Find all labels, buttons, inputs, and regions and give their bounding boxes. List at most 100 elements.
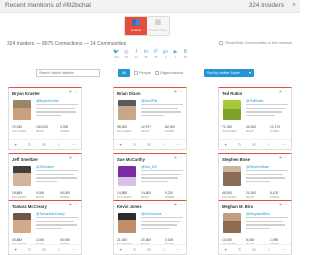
card-actions: ♥ ↻ ✉ ☆ ⋯	[114, 244, 186, 254]
insider-handle[interactable]: @TamaraMcCreary	[36, 212, 65, 216]
insider-card[interactable]: Brian Dixon ⚑ ⋯ @Zen6Fits 98,300 FOLLOWER…	[113, 87, 187, 150]
insider-bio	[141, 170, 183, 186]
card-menu-icon[interactable]: ⚑ ⋯	[69, 203, 78, 207]
network-filter-instagram[interactable]: ◎ 36	[122, 49, 131, 63]
people-label: People	[139, 71, 151, 75]
more-icon[interactable]: ⋯	[176, 142, 180, 147]
insider-handle[interactable]: @MeghanMBiro	[246, 212, 270, 216]
insider-handle[interactable]: @JSmeltzer	[36, 165, 54, 169]
avatar	[118, 166, 136, 186]
view-toggle: 👥 Insiders ▦ Communities	[124, 16, 170, 36]
retweet-icon[interactable]: ↻	[28, 142, 31, 147]
card-menu-icon[interactable]: ⚑ ⋯	[69, 156, 78, 160]
insider-card[interactable]: Bryan Krueter ⚑ ⋯ @BryanKrueter 72,330 FO…	[8, 87, 82, 150]
more-icon[interactable]: ⋯	[71, 247, 75, 252]
card-menu-icon[interactable]: ⚑ ⋯	[174, 203, 183, 207]
star-icon[interactable]: ☆	[267, 247, 271, 252]
insider-name: Kevin Jones	[117, 204, 142, 209]
insider-handle[interactable]: @StephenBose	[246, 165, 269, 169]
message-icon[interactable]: ✉	[252, 247, 255, 252]
insider-handle[interactable]: @TedRubin	[246, 99, 263, 103]
network-filter-linkedin[interactable]: in 36	[142, 49, 151, 63]
search-input[interactable]	[36, 69, 100, 77]
insider-name: Ted Rubin	[222, 91, 243, 96]
like-icon[interactable]: ♥	[120, 247, 122, 252]
insider-name: Meghan M. Biro	[222, 204, 254, 209]
stat-label: INSIDER	[270, 131, 280, 133]
insider-card[interactable]: Ted Rubin ⚑ ⋯ @TedRubin 71,000 FOLLOWERS …	[218, 87, 292, 150]
card-actions: ♥ ↻ ✉ ☆ ⋯	[219, 244, 291, 254]
network-count: 3	[164, 55, 167, 59]
insider-card[interactable]: Meghan M. Biro ⚑ ⋯ @MeghanMBiro 13,000 FO…	[218, 200, 292, 255]
like-icon[interactable]: ♥	[15, 142, 17, 147]
retweet-icon[interactable]: ↻	[133, 247, 136, 252]
communities-tab[interactable]: ▦ Communities	[147, 17, 169, 35]
card-menu-icon[interactable]: ⚑ ⋯	[279, 156, 288, 160]
retweet-icon[interactable]: ↻	[28, 247, 31, 252]
title-bar: Recent mentions of #fit2bchat 324 Inside…	[0, 0, 300, 13]
star-icon[interactable]: ☆	[162, 247, 166, 252]
star-icon[interactable]: ☆	[57, 142, 61, 147]
insider-name: Jeff Smeltzer	[12, 157, 39, 162]
network-filter-pinterest[interactable]: P 26	[151, 49, 160, 63]
star-icon[interactable]: ☆	[267, 142, 271, 147]
card-menu-icon[interactable]: ⚑ ⋯	[174, 156, 183, 160]
close-icon[interactable]: ×	[292, 2, 296, 10]
like-icon[interactable]: ♥	[120, 142, 122, 147]
like-icon[interactable]: ♥	[15, 247, 17, 252]
network-count: 246	[114, 55, 119, 59]
avatar	[13, 213, 31, 233]
network-filter-google-plus[interactable]: g+ 3	[161, 49, 170, 63]
insider-card[interactable]: Kevin Jones ⚑ ⋯ @KevinJones 21,000 FOLLOW…	[113, 200, 187, 255]
organizations-checkbox[interactable]	[154, 71, 159, 75]
insider-handle[interactable]: @Zen6Fits	[141, 99, 157, 103]
show-communities-toggle[interactable]: Show/Hide Communities in this network	[219, 41, 292, 45]
message-icon[interactable]: ✉	[147, 142, 150, 147]
more-icon[interactable]: ⋯	[281, 247, 285, 252]
card-menu-icon[interactable]: ⚑ ⋯	[69, 90, 78, 94]
network-filter-twitter[interactable]: 🐦 246	[112, 49, 121, 63]
avatar	[118, 100, 136, 120]
stat-label: INSIDER	[165, 131, 175, 133]
card-menu-icon[interactable]: ⚑ ⋯	[279, 90, 288, 94]
stat-label: FOLLOWERS	[12, 131, 27, 133]
insiders-tab[interactable]: 👥 Insiders	[125, 17, 147, 35]
insider-stats: 98,300 FOLLOWERS 12,977 REACH 82,000 INSIDE…	[117, 125, 185, 135]
stat-label: INSIDER	[60, 131, 70, 133]
insider-name: Bryan Krueter	[12, 91, 40, 96]
retweet-icon[interactable]: ↻	[133, 142, 136, 147]
card-menu-icon[interactable]: ⚑ ⋯	[279, 203, 288, 207]
filter-organizations[interactable]: Organizations	[154, 71, 183, 75]
filter-all-button[interactable]: All	[118, 69, 130, 77]
network-count: 1	[174, 55, 177, 59]
more-icon[interactable]: ⋯	[71, 142, 75, 147]
network-filter-blog[interactable]: B 16	[181, 49, 190, 63]
people-checkbox[interactable]	[134, 71, 138, 75]
insider-card[interactable]: Tamara McCreary ⚑ ⋯ @TamaraMcCreary 40,8…	[8, 200, 82, 255]
more-icon[interactable]: ⋯	[176, 247, 180, 252]
network-count: 26	[154, 55, 158, 59]
more-icon[interactable]: ⋯	[281, 142, 285, 147]
stat-label: REACH	[141, 131, 150, 133]
retweet-icon[interactable]: ↻	[238, 247, 241, 252]
retweet-icon[interactable]: ↻	[238, 142, 241, 147]
star-icon[interactable]: ☆	[162, 142, 166, 147]
sort-dropdown[interactable]: Sort by Insider Score	[204, 69, 254, 77]
message-icon[interactable]: ✉	[42, 142, 45, 147]
network-filter-youtube[interactable]: ▶ 1	[171, 49, 180, 63]
insider-handle[interactable]: @BryanKrueter	[36, 99, 59, 103]
show-communities-checkbox[interactable]	[219, 41, 224, 45]
insider-handle[interactable]: @Sue_MC	[141, 165, 157, 169]
insider-bio	[246, 217, 288, 233]
message-icon[interactable]: ✉	[42, 247, 45, 252]
like-icon[interactable]: ♥	[225, 247, 227, 252]
like-icon[interactable]: ♥	[225, 142, 227, 147]
grid-icon: ▦	[154, 19, 162, 26]
insider-handle[interactable]: @KevinJones	[141, 212, 161, 216]
filter-people[interactable]: People	[134, 71, 151, 75]
star-icon[interactable]: ☆	[57, 247, 61, 252]
card-menu-icon[interactable]: ⚑ ⋯	[174, 90, 183, 94]
message-icon[interactable]: ✉	[147, 247, 150, 252]
message-icon[interactable]: ✉	[252, 142, 255, 147]
network-filter-facebook[interactable]: f 24	[132, 49, 141, 63]
